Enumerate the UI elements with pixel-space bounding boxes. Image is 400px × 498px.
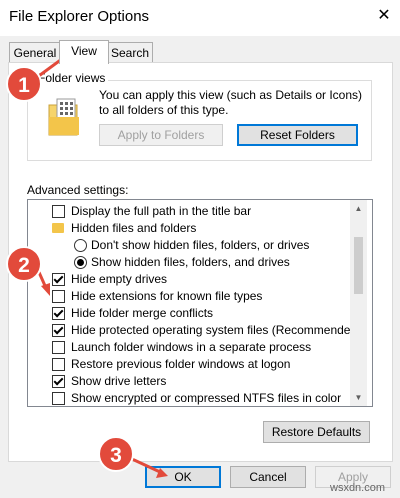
watermark: wsxdn.com: [330, 482, 386, 494]
annotation-badge-2: 2: [6, 246, 42, 282]
annotation-badge-1: 1: [6, 66, 42, 102]
annotation-badge-3: 3: [98, 436, 134, 472]
tab-view[interactable]: View: [59, 40, 109, 64]
annotation-arrows: [34, 51, 168, 478]
